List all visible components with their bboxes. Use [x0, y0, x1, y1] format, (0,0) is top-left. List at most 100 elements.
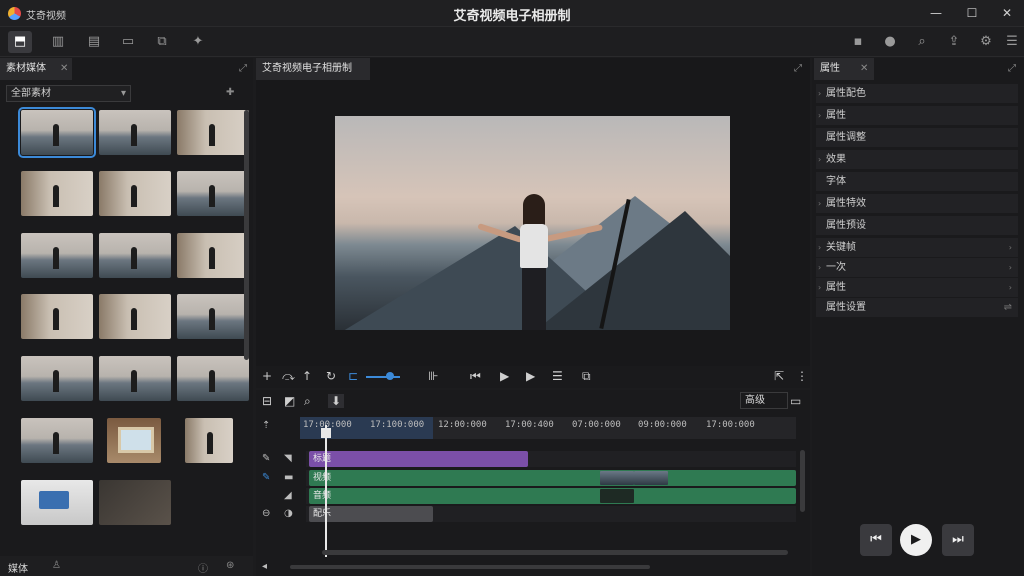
- list-icon[interactable]: ☰: [552, 369, 563, 383]
- timeline-h-scrollbar[interactable]: [322, 550, 788, 555]
- media-thumbnail[interactable]: [99, 110, 171, 155]
- zoom-slider[interactable]: [366, 376, 400, 378]
- previous-button[interactable]: ⏮: [860, 524, 892, 556]
- close-icon[interactable]: ✕: [60, 63, 68, 74]
- media-thumbnail[interactable]: [99, 356, 171, 401]
- property-row[interactable]: › 属性: [816, 106, 1018, 126]
- music-track-icon[interactable]: ◑: [284, 508, 293, 519]
- audio-icon[interactable]: ▥: [46, 31, 70, 53]
- maximize-button[interactable]: ☐: [958, 3, 986, 23]
- share-icon[interactable]: ⇪: [942, 31, 966, 53]
- media-thumbnail[interactable]: [185, 418, 233, 463]
- search-icon[interactable]: ⌕: [910, 31, 934, 53]
- expand-icon[interactable]: ⤢: [794, 63, 802, 74]
- preview-video[interactable]: [335, 116, 730, 330]
- tab-preview[interactable]: 艾奇视频电子相册制: [256, 58, 370, 80]
- pen-icon[interactable]: ✎: [262, 453, 270, 464]
- media-thumbnail[interactable]: [177, 356, 249, 401]
- property-row[interactable]: › 属性 ›: [816, 278, 1018, 298]
- media-thumbnail[interactable]: [21, 480, 93, 525]
- media-thumbnail[interactable]: [107, 418, 161, 463]
- play-icon[interactable]: ▶: [500, 369, 509, 383]
- layers-icon[interactable]: ◩: [284, 394, 295, 408]
- property-row[interactable]: 属性调整: [816, 128, 1018, 148]
- user-icon[interactable]: ♙: [52, 560, 61, 571]
- export-icon[interactable]: ⧉: [150, 31, 174, 53]
- folder-icon[interactable]: ▭: [790, 394, 801, 408]
- media-thumbnail[interactable]: [21, 233, 93, 278]
- link-icon[interactable]: ✎: [262, 472, 270, 483]
- media-thumbnail[interactable]: [177, 233, 249, 278]
- media-thumbnail[interactable]: [21, 171, 93, 216]
- media-thumbnail[interactable]: [21, 418, 93, 463]
- menu-icon[interactable]: ☰: [1000, 31, 1024, 53]
- import-icon[interactable]: ⬒: [8, 31, 32, 53]
- voice-icon[interactable]: ●: [878, 31, 902, 53]
- media-thumbnail[interactable]: [177, 110, 249, 155]
- anchor-icon[interactable]: ⇡: [262, 420, 270, 431]
- media-thumbnail[interactable]: [99, 480, 171, 525]
- lock-icon[interactable]: ⊖: [262, 508, 270, 519]
- property-row[interactable]: 属性预设: [816, 216, 1018, 236]
- property-row[interactable]: › 属性特效: [816, 194, 1018, 214]
- zoom-slider-handle[interactable]: [386, 372, 394, 380]
- playhead[interactable]: [325, 425, 327, 557]
- property-row[interactable]: › 关键帧 ›: [816, 238, 1018, 258]
- preset-select[interactable]: 高级: [740, 392, 788, 409]
- minimize-button[interactable]: —: [922, 3, 950, 23]
- media-thumbnail[interactable]: [21, 356, 93, 401]
- music-clip[interactable]: 配乐: [309, 506, 433, 522]
- media-thumbnail[interactable]: [21, 294, 93, 339]
- add-icon[interactable]: +: [262, 369, 272, 383]
- title-clip[interactable]: 标题: [309, 451, 528, 467]
- pin-icon[interactable]: ✚: [226, 87, 234, 98]
- timeline-v-scrollbar[interactable]: [800, 450, 805, 512]
- video-clip[interactable]: 视频: [309, 470, 796, 486]
- audio-clip[interactable]: 音频: [309, 488, 796, 504]
- property-row[interactable]: 属性设置 ⇌: [816, 298, 1018, 318]
- media-thumbnail[interactable]: [18, 107, 96, 158]
- snapshot-icon[interactable]: ⧉: [582, 369, 591, 384]
- more-icon[interactable]: ⋮: [796, 369, 808, 383]
- expand-icon[interactable]: ⤢: [1008, 63, 1016, 74]
- fullscreen-icon[interactable]: ⇱: [774, 369, 784, 383]
- media-thumbnail[interactable]: [177, 171, 249, 216]
- property-row[interactable]: › 属性配色: [816, 84, 1018, 104]
- media-thumbnail[interactable]: [99, 171, 171, 216]
- rotate-icon[interactable]: ↻: [326, 369, 336, 383]
- settings-icon[interactable]: ⚙: [974, 31, 998, 53]
- media-scrollbar[interactable]: [244, 110, 249, 360]
- title-track-icon[interactable]: ◥: [284, 453, 292, 464]
- next-button[interactable]: ⏭: [942, 524, 974, 556]
- prev-frame-icon[interactable]: ⏮: [470, 369, 481, 384]
- property-row[interactable]: › 效果: [816, 150, 1018, 170]
- download-icon[interactable]: ⬇: [328, 394, 344, 408]
- split-icon[interactable]: ⤼: [282, 369, 295, 384]
- zoom-scrollbar[interactable]: [290, 565, 650, 569]
- close-icon[interactable]: ✕: [860, 63, 868, 74]
- close-button[interactable]: ✕: [993, 3, 1021, 23]
- media-thumbnail[interactable]: [99, 233, 171, 278]
- info-icon[interactable]: ⓘ: [198, 560, 208, 575]
- play-button[interactable]: ▶: [900, 524, 932, 556]
- audio-track-icon[interactable]: ◢: [284, 490, 292, 501]
- book-icon[interactable]: ▤: [82, 31, 106, 53]
- video-track-icon[interactable]: ▬: [284, 472, 293, 483]
- zoom-icon[interactable]: ⊏: [348, 369, 358, 383]
- record-icon[interactable]: ▪: [846, 31, 870, 53]
- search-icon[interactable]: ⌕: [304, 394, 311, 409]
- folder-icon[interactable]: ▭: [116, 31, 140, 53]
- media-thumbnail[interactable]: [177, 294, 249, 339]
- filter-icon[interactable]: ⊛: [226, 560, 234, 571]
- media-thumbnail[interactable]: [99, 294, 171, 339]
- effects-icon[interactable]: ✦: [186, 31, 210, 53]
- up-arrow-icon[interactable]: ↑: [302, 369, 312, 383]
- marker-icon[interactable]: ⊪: [428, 369, 438, 383]
- playhead-handle[interactable]: [321, 428, 331, 438]
- track-icon[interactable]: ⊟: [262, 394, 272, 408]
- property-row[interactable]: › 一次 ›: [816, 258, 1018, 278]
- expand-icon[interactable]: ⤢: [239, 63, 247, 74]
- next-icon[interactable]: ▶: [526, 369, 535, 383]
- media-filter-select[interactable]: 全部素材 ▾: [6, 85, 131, 102]
- property-row[interactable]: 字体: [816, 172, 1018, 192]
